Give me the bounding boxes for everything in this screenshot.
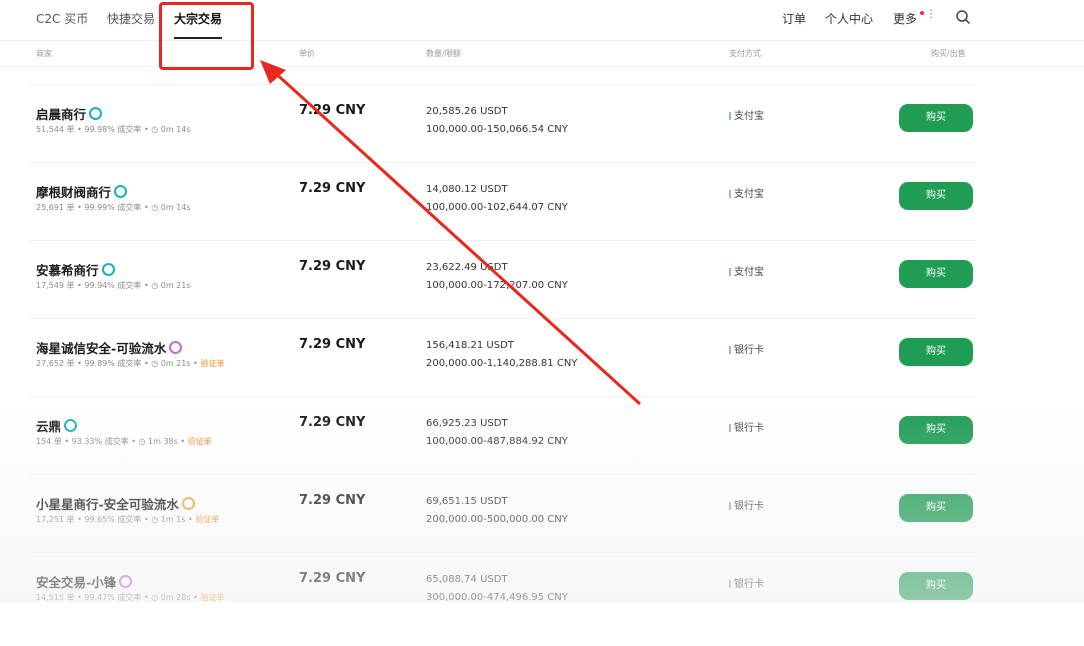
annotation-arrow [260,60,642,406]
